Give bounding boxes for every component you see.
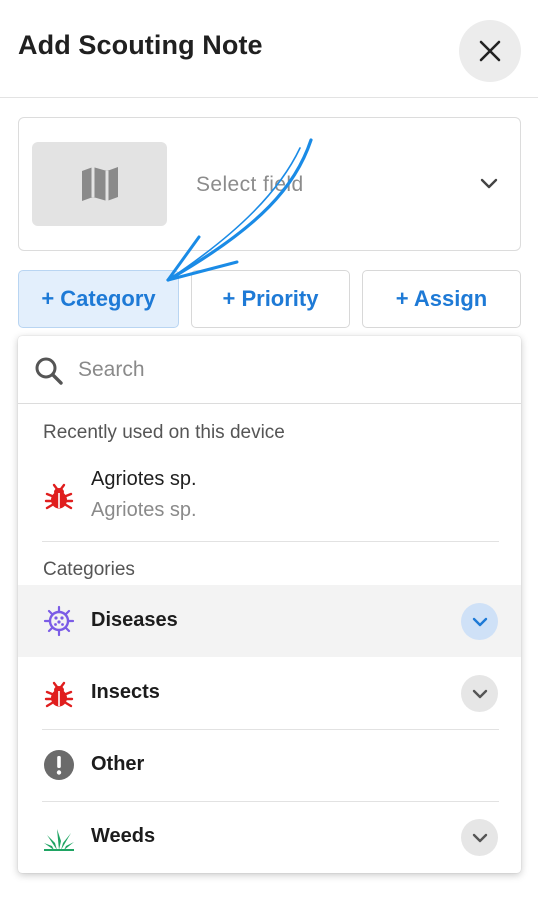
category-label: Diseases	[91, 609, 178, 631]
header: Add Scouting Note	[0, 0, 538, 98]
category-label: Insects	[91, 681, 160, 703]
expand-button[interactable]	[461, 819, 498, 856]
page-title: Add Scouting Note	[18, 30, 263, 60]
exclamation-icon	[43, 749, 75, 781]
chevron-down-icon	[472, 689, 487, 698]
expand-button[interactable]	[461, 603, 498, 640]
chevron-down-icon	[480, 178, 498, 189]
recent-item-subtitle: Agriotes sp.	[91, 499, 197, 521]
virus-icon	[43, 605, 75, 637]
bug-icon	[44, 483, 74, 510]
field-thumbnail	[32, 142, 167, 226]
categories-section-label: Categories	[43, 559, 135, 580]
expand-button[interactable]	[461, 675, 498, 712]
search-bar	[18, 336, 521, 404]
category-insects[interactable]: Insects	[18, 657, 521, 729]
field-placeholder: Select field	[196, 173, 304, 196]
category-other[interactable]: Other	[18, 729, 521, 801]
category-diseases[interactable]: Diseases	[18, 585, 521, 657]
category-dropdown: Recently used on this device Agriotes sp…	[18, 336, 521, 873]
category-label: Weeds	[91, 825, 156, 847]
recent-item[interactable]: Agriotes sp. Agriotes sp.	[18, 456, 521, 542]
bug-icon	[43, 677, 75, 709]
category-label: Other	[91, 753, 145, 775]
add-assign-button[interactable]: + Assign	[362, 270, 521, 328]
close-icon	[479, 40, 501, 62]
recent-section-label: Recently used on this device	[43, 422, 285, 443]
add-category-button[interactable]: + Category	[18, 270, 179, 328]
close-button[interactable]	[459, 20, 521, 82]
search-icon	[35, 357, 63, 385]
grass-icon	[43, 821, 75, 853]
field-selector[interactable]: Select field	[18, 117, 521, 251]
chevron-down-icon	[472, 833, 487, 842]
search-input[interactable]	[78, 350, 498, 390]
add-priority-button[interactable]: + Priority	[191, 270, 350, 328]
map-icon	[81, 167, 118, 201]
chevron-down-icon	[472, 617, 487, 626]
category-weeds[interactable]: Weeds	[18, 801, 521, 873]
divider	[42, 541, 499, 542]
recent-item-title: Agriotes sp.	[91, 468, 197, 490]
